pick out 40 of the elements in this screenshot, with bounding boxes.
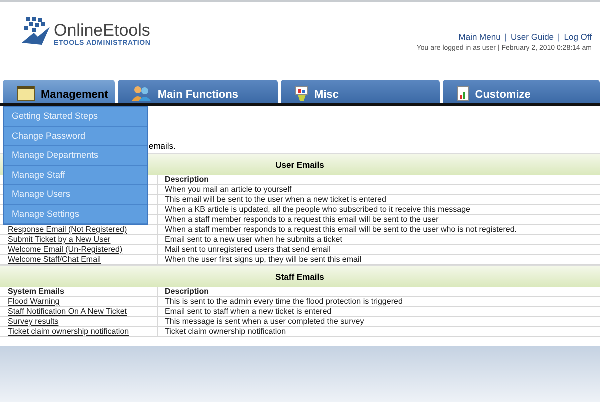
table-cell-text: When a staff member responds to a request this email will be sent to the user bbox=[164, 215, 440, 224]
people-icon bbox=[132, 86, 152, 101]
column-header: System Emails bbox=[0, 287, 158, 296]
email-link[interactable]: Flood Warning bbox=[0, 297, 158, 306]
nav-tab[interactable]: Misc bbox=[280, 80, 440, 103]
email-link[interactable]: Staff Notification On A New Ticket bbox=[0, 307, 158, 316]
table-cell-text: Ticket claim ownership notification bbox=[164, 327, 288, 336]
email-link[interactable]: Welcome Staff/Chat Email bbox=[0, 255, 158, 264]
table-cell-text: This email will be sent to the user when a new ticket is entered bbox=[164, 195, 388, 204]
table-cell-text: When a staff member responds to a request this email will be sent to the user who is not registered. bbox=[164, 225, 518, 234]
table-cell-text: This message is sent when a user completed the survey bbox=[164, 317, 366, 326]
table-cell-text: Email sent to a new user when he submits a ticket bbox=[164, 235, 344, 244]
column-header: Description bbox=[164, 287, 210, 296]
folder-icon bbox=[17, 86, 35, 101]
table-cell-text: When you mail an article to yourself bbox=[164, 185, 293, 194]
nav-tab[interactable]: Customize bbox=[443, 80, 600, 103]
link-separator: | bbox=[504, 32, 508, 42]
nav-tab[interactable]: Main Functions bbox=[118, 80, 278, 103]
table-cell-text: This is sent to the admin every time the flood protection is triggered bbox=[164, 297, 404, 306]
link-separator: | bbox=[558, 32, 560, 42]
logo-icon bbox=[20, 15, 52, 47]
column-header: Description bbox=[164, 175, 210, 184]
chart-icon bbox=[294, 86, 309, 101]
nav-tab[interactable]: Management bbox=[3, 80, 115, 103]
table-cell-text: Email sent to staff when a new ticket is entered bbox=[164, 307, 333, 316]
email-link[interactable]: Ticket claim ownership notification bbox=[0, 327, 158, 336]
logo-name: OnlineEtools bbox=[54, 22, 151, 40]
table-cell-text: When the user first signs up, they will be sent this email bbox=[164, 255, 363, 264]
email-link[interactable]: Submit Ticket by a New User bbox=[0, 235, 158, 244]
header-link[interactable]: Main Menu bbox=[458, 32, 501, 42]
report-icon bbox=[457, 86, 470, 101]
table-cell-text: When a KB article is updated, all the people who subscribed to it receive this message bbox=[164, 205, 472, 214]
header-link[interactable]: Log Off bbox=[564, 32, 592, 42]
email-link[interactable]: Survey results bbox=[0, 317, 158, 326]
table-cell-text: Mail sent to unregistered users that send email bbox=[164, 245, 332, 254]
header-link[interactable]: User Guide bbox=[511, 32, 554, 42]
email-link[interactable]: Response Email (Not Registered) bbox=[0, 225, 158, 234]
intro-text: emails. bbox=[149, 141, 176, 151]
section-header: Staff Emails bbox=[0, 265, 600, 287]
email-link[interactable]: Welcome Email (Un-Registered) bbox=[0, 245, 158, 254]
